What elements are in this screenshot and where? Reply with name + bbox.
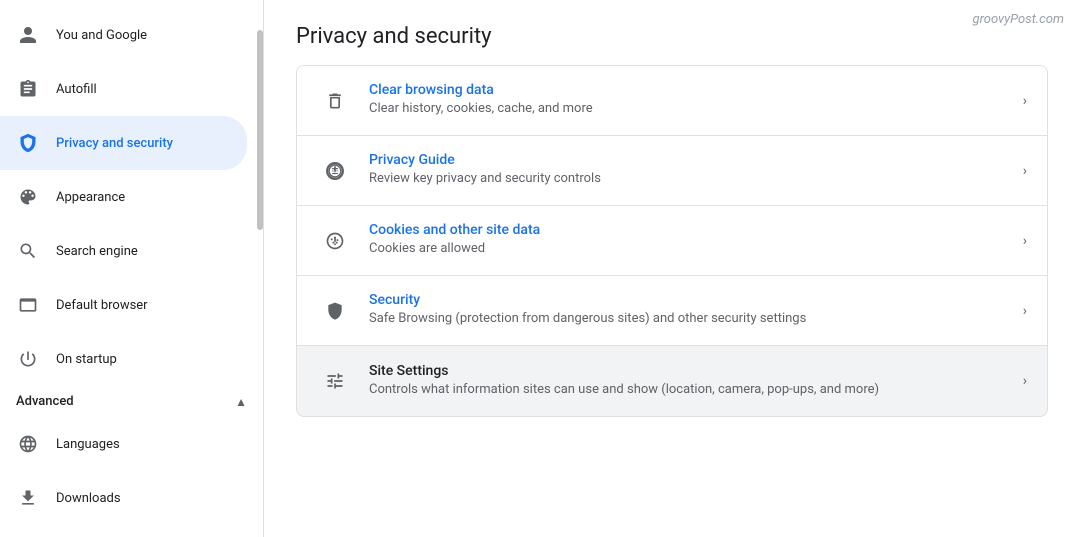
row-content-security: Security Safe Browsing (protection from … bbox=[369, 292, 1011, 328]
advanced-label: Advanced bbox=[16, 394, 74, 409]
page-title: Privacy and security bbox=[296, 24, 1048, 49]
row-subtitle: Clear history, cookies, cache, and more bbox=[369, 100, 1011, 118]
chevron-right-icon: › bbox=[1023, 93, 1027, 109]
assignment-icon bbox=[16, 77, 40, 101]
sidebar-item-label: Appearance bbox=[56, 190, 231, 205]
sliders-icon bbox=[317, 363, 353, 399]
row-subtitle: Cookies are allowed bbox=[369, 240, 1011, 258]
row-content-cookies: Cookies and other site data Cookies are … bbox=[369, 222, 1011, 258]
scrollbar-thumb[interactable] bbox=[257, 30, 263, 230]
chevron-right-icon: › bbox=[1023, 233, 1027, 249]
sidebar-item-search-engine[interactable]: Search engine bbox=[0, 224, 247, 278]
chevron-right-icon: › bbox=[1023, 303, 1027, 319]
security-shield-icon bbox=[317, 293, 353, 329]
settings-row-cookies[interactable]: Cookies and other site data Cookies are … bbox=[297, 206, 1047, 276]
sidebar-item-label: Default browser bbox=[56, 298, 231, 313]
sidebar-item-default-browser[interactable]: Default browser bbox=[0, 278, 247, 332]
row-subtitle: Safe Browsing (protection from dangerous… bbox=[369, 310, 1011, 328]
row-title: Site Settings bbox=[369, 363, 1011, 379]
sidebar: You and Google Autofill Privacy and secu… bbox=[0, 0, 264, 537]
row-content-clear-browsing: Clear browsing data Clear history, cooki… bbox=[369, 82, 1011, 118]
main-content: groovyPost.com Privacy and security Clea… bbox=[264, 0, 1080, 537]
privacy-guide-icon bbox=[317, 153, 353, 189]
sidebar-item-privacy-and-security[interactable]: Privacy and security bbox=[0, 116, 247, 170]
sidebar-item-you-and-google[interactable]: You and Google bbox=[0, 8, 247, 62]
sidebar-item-label: You and Google bbox=[56, 28, 231, 43]
chevron-up-icon: ▲ bbox=[235, 395, 247, 409]
download-icon bbox=[16, 486, 40, 510]
sidebar-item-label: Autofill bbox=[56, 82, 231, 97]
globe-icon bbox=[16, 432, 40, 456]
settings-row-privacy-guide[interactable]: Privacy Guide Review key privacy and sec… bbox=[297, 136, 1047, 206]
sidebar-item-label: Downloads bbox=[56, 491, 231, 506]
row-subtitle: Review key privacy and security controls bbox=[369, 170, 1011, 188]
settings-row-site-settings[interactable]: Site Settings Controls what information … bbox=[297, 346, 1047, 416]
settings-row-security[interactable]: Security Safe Browsing (protection from … bbox=[297, 276, 1047, 346]
row-content-privacy-guide: Privacy Guide Review key privacy and sec… bbox=[369, 152, 1011, 188]
sidebar-item-appearance[interactable]: Appearance bbox=[0, 170, 247, 224]
chevron-right-icon: › bbox=[1023, 163, 1027, 179]
settings-row-clear-browsing-data[interactable]: Clear browsing data Clear history, cooki… bbox=[297, 66, 1047, 136]
sidebar-item-languages[interactable]: Languages bbox=[0, 417, 247, 471]
row-title: Security bbox=[369, 292, 1011, 308]
sidebar-item-autofill[interactable]: Autofill bbox=[0, 62, 247, 116]
person-icon bbox=[16, 23, 40, 47]
browser-icon bbox=[16, 293, 40, 317]
sidebar-item-label: Languages bbox=[56, 437, 231, 452]
search-icon bbox=[16, 239, 40, 263]
settings-card: Clear browsing data Clear history, cooki… bbox=[296, 65, 1048, 417]
sidebar-advanced-header[interactable]: Advanced ▲ bbox=[0, 386, 263, 417]
scrollbar-track bbox=[257, 0, 263, 537]
sidebar-item-label: Search engine bbox=[56, 244, 231, 259]
power-icon bbox=[16, 347, 40, 371]
row-content-site-settings: Site Settings Controls what information … bbox=[369, 363, 1011, 399]
trash-icon bbox=[317, 83, 353, 119]
sidebar-item-on-startup[interactable]: On startup bbox=[0, 332, 247, 386]
sidebar-item-label: On startup bbox=[56, 352, 231, 367]
row-title: Cookies and other site data bbox=[369, 222, 1011, 238]
sidebar-item-downloads[interactable]: Downloads bbox=[0, 471, 247, 525]
watermark: groovyPost.com bbox=[973, 12, 1064, 27]
row-title: Clear browsing data bbox=[369, 82, 1011, 98]
chevron-right-icon: › bbox=[1023, 373, 1027, 389]
palette-icon bbox=[16, 185, 40, 209]
sidebar-item-label: Privacy and security bbox=[56, 136, 231, 151]
shield-icon bbox=[16, 131, 40, 155]
row-subtitle: Controls what information sites can use … bbox=[369, 381, 1011, 399]
cookie-icon bbox=[317, 223, 353, 259]
row-title: Privacy Guide bbox=[369, 152, 1011, 168]
